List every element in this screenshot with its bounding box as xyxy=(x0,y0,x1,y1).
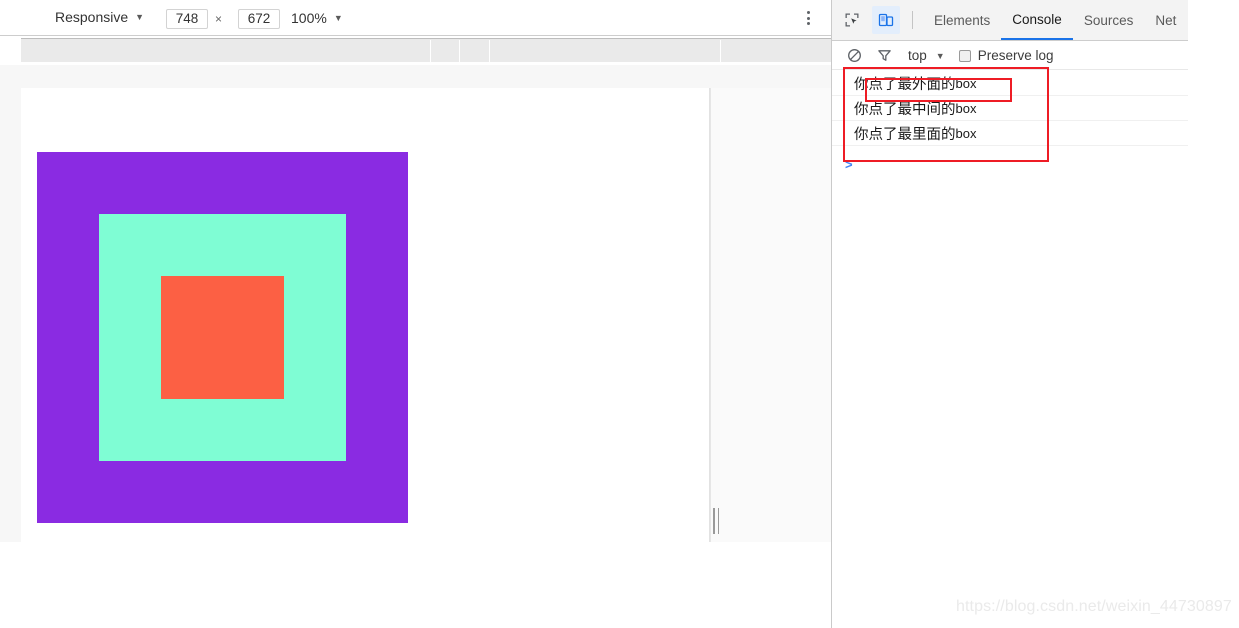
devtools-panel: Elements Console Sources Net top ▼ Prese… xyxy=(831,0,1188,628)
message-text-cn: 你点了最外面的 xyxy=(854,76,956,93)
dimension-separator: × xyxy=(215,12,223,26)
device-emulation-pane: Responsive ▼ 748 × 672 100% ▼ xyxy=(0,0,831,542)
dot xyxy=(806,11,810,14)
devtools-tabbar: Elements Console Sources Net xyxy=(832,0,1188,41)
dot xyxy=(806,22,810,25)
tab-sources[interactable]: Sources xyxy=(1073,0,1145,40)
dot xyxy=(806,16,810,20)
inspect-element-glyph xyxy=(845,13,859,27)
console-context-selector[interactable]: top xyxy=(908,48,927,63)
zoom-level-label: 100% xyxy=(291,10,327,26)
clear-console-icon[interactable] xyxy=(840,42,868,70)
filter-icon[interactable] xyxy=(870,42,898,70)
toggle-device-toolbar-icon[interactable] xyxy=(872,6,900,34)
grip-line xyxy=(713,508,715,534)
inspect-element-icon[interactable] xyxy=(838,6,866,34)
tab-network[interactable]: Net xyxy=(1144,0,1187,40)
outer-box[interactable] xyxy=(37,152,408,523)
kebab-menu-icon[interactable] xyxy=(798,8,818,28)
preserve-log-checkbox[interactable] xyxy=(958,49,971,62)
viewport-height-input[interactable]: 672 xyxy=(238,9,280,29)
watermark: https://blog.csdn.net/weixin_44730897 xyxy=(956,598,1232,615)
console-input-prompt-icon[interactable]: > xyxy=(845,157,853,172)
message-text-latin: box xyxy=(955,100,977,116)
tab-label: Console xyxy=(1012,11,1062,27)
viewport-ruler-strip xyxy=(0,37,831,65)
message-text-cn: 你点了最中间的 xyxy=(854,101,956,118)
ruler-tick xyxy=(459,40,460,63)
chevron-down-icon: ▼ xyxy=(333,12,343,23)
message-text-latin: box xyxy=(955,75,977,91)
tab-label: Elements xyxy=(934,12,991,28)
console-message[interactable]: 你点了最里面的 box xyxy=(832,121,1188,146)
inner-box[interactable] xyxy=(161,276,284,399)
console-message[interactable]: 你点了最外面的 box xyxy=(832,71,1188,96)
tab-elements[interactable]: Elements xyxy=(923,0,1001,40)
viewport-ruler[interactable] xyxy=(21,38,831,63)
ruler-tick xyxy=(430,40,431,63)
tab-console[interactable]: Console xyxy=(1001,0,1073,40)
chevron-down-icon: ▼ xyxy=(135,11,145,22)
ruler-tick xyxy=(720,40,721,63)
device-preset-label: Responsive xyxy=(55,9,129,25)
filter-funnel-glyph xyxy=(877,50,891,61)
console-message-list: 你点了最外面的 box 你点了最中间的 box 你点了最里面的 box xyxy=(832,71,1188,146)
toolbar-divider xyxy=(912,11,913,29)
message-text-cn: 你点了最里面的 xyxy=(854,126,956,143)
emulated-page-canvas[interactable] xyxy=(21,88,710,542)
device-toolbar-glyph xyxy=(878,13,894,27)
tab-label: Net xyxy=(1155,12,1177,28)
grip-line xyxy=(717,508,719,534)
preserve-log-label[interactable]: Preserve log xyxy=(978,48,1054,63)
zoom-level-dropdown[interactable]: 100% ▼ xyxy=(291,10,343,26)
device-gutter xyxy=(710,88,831,542)
screenshot-root: Responsive ▼ 748 × 672 100% ▼ Elements C… xyxy=(0,0,1239,628)
middle-box[interactable] xyxy=(99,214,346,461)
tab-label: Sources xyxy=(1083,12,1134,28)
message-text-latin: box xyxy=(955,125,977,141)
chevron-down-icon[interactable]: ▼ xyxy=(936,51,945,61)
console-toolbar: top ▼ Preserve log xyxy=(832,42,1188,70)
viewport-resize-handle[interactable] xyxy=(713,508,723,534)
device-preset-dropdown[interactable]: Responsive ▼ xyxy=(55,9,144,25)
viewport-width-input[interactable]: 748 xyxy=(166,9,208,29)
device-toolbar: Responsive ▼ 748 × 672 100% ▼ xyxy=(0,0,831,36)
clear-console-glyph xyxy=(847,49,861,62)
ruler-tick xyxy=(489,40,490,63)
console-message[interactable]: 你点了最中间的 box xyxy=(832,96,1188,121)
